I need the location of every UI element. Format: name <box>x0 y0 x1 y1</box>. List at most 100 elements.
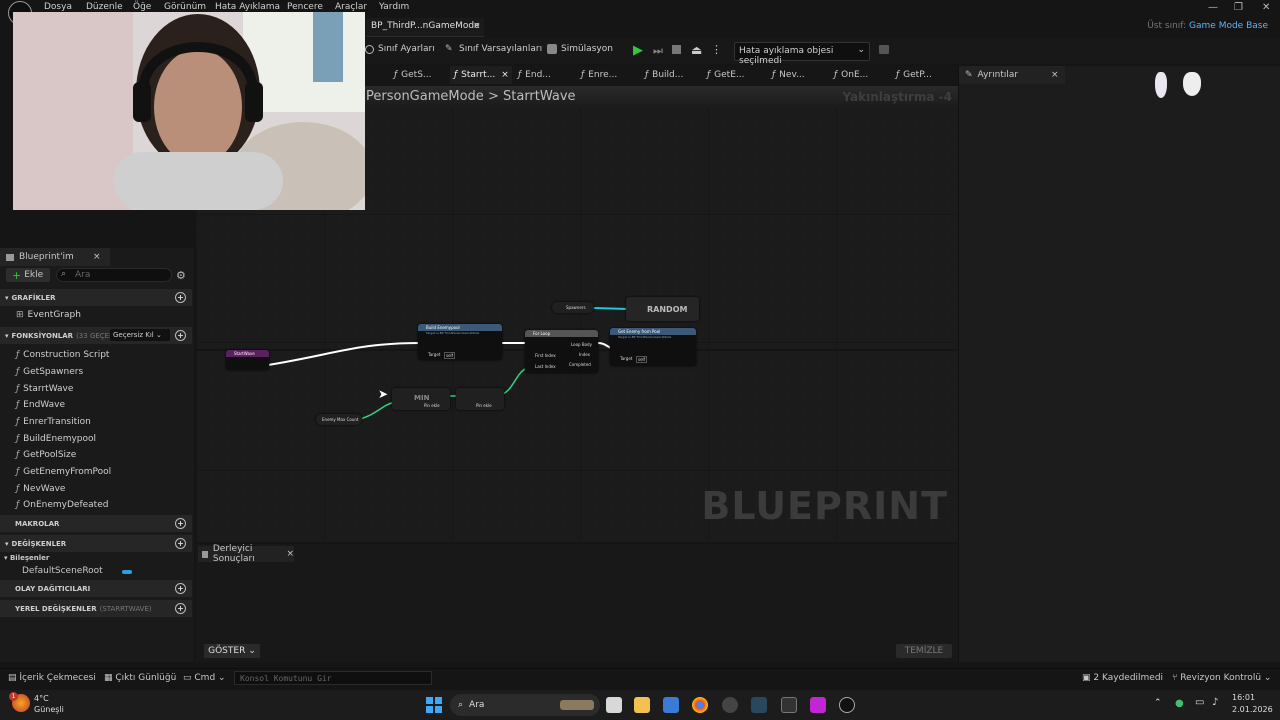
chrome-icon[interactable] <box>692 697 708 713</box>
add-macro-icon[interactable]: + <box>175 518 186 529</box>
event-graph-item[interactable]: ⊞ EventGraph <box>16 310 81 320</box>
tab-starrtwave[interactable]: ƒ Starrt... × <box>450 66 512 84</box>
my-blueprint-tab[interactable]: Blueprint'im × <box>0 248 110 266</box>
menu-window[interactable]: Pencere <box>287 2 323 12</box>
function-item[interactable]: ƒ GetPoolSize <box>16 450 76 460</box>
compiler-results-tab[interactable]: Derleyici Sonuçları × <box>198 544 294 564</box>
content-drawer-button[interactable]: ▤ İçerik Çekmecesi <box>8 673 96 683</box>
simulation-button[interactable]: Simülasyon <box>547 44 613 54</box>
override-dropdown[interactable]: Geçersiz Kıl ⌄ <box>110 329 170 341</box>
tab-enrertransition[interactable]: ƒ Enre... <box>581 66 633 84</box>
components-category[interactable]: ▾ Bileşenler <box>4 554 49 562</box>
function-item[interactable]: ƒ Construction Script <box>16 350 109 360</box>
microphone-icon[interactable]: ● <box>1175 698 1184 709</box>
add-button[interactable]: + Ekle <box>6 268 50 282</box>
unreal-engine-icon[interactable] <box>839 697 855 713</box>
volume-icon[interactable]: ♪ <box>1212 697 1218 708</box>
close-tab-icon[interactable]: × <box>1051 70 1059 80</box>
min-node[interactable]: MIN Pin ekle <box>392 388 450 410</box>
menu-help[interactable]: Yardım <box>379 2 409 12</box>
function-item[interactable]: ƒ StarrtWave <box>16 384 73 394</box>
add-graph-icon[interactable]: + <box>175 292 186 303</box>
add-function-icon[interactable]: + <box>175 330 186 341</box>
stop-icon[interactable] <box>672 45 681 54</box>
class-defaults-button[interactable]: ✎ Sınıf Varsayılanları <box>445 44 542 54</box>
tab-getpoolsize[interactable]: ƒ GetP... <box>896 66 948 84</box>
clock-time[interactable]: 16:01 <box>1232 693 1255 702</box>
menu-view[interactable]: Görünüm <box>164 2 206 12</box>
function-item[interactable]: ƒ NevWave <box>16 484 65 494</box>
task-view-icon[interactable] <box>606 697 622 713</box>
debug-target-icon[interactable] <box>879 45 889 54</box>
functions-section-header[interactable]: ▾ FONKSİYONLAR (33 GEÇERS Geçersiz Kıl ⌄… <box>0 327 192 344</box>
eject-icon[interactable]: ⏏ <box>691 43 702 57</box>
store-icon[interactable] <box>663 697 679 713</box>
unsaved-button[interactable]: ▣ 2 Kaydedilmedi <box>1082 673 1163 683</box>
close-tab-icon[interactable]: × <box>501 70 509 80</box>
tray-expand-icon[interactable]: ⌃ <box>1154 698 1162 708</box>
menu-debug[interactable]: Hata Ayıklama <box>215 2 280 12</box>
app-icon[interactable] <box>810 697 826 713</box>
close-tab-icon[interactable]: × <box>473 21 481 31</box>
add-dispatcher-icon[interactable]: + <box>175 583 186 594</box>
show-button[interactable]: GÖSTER ⌄ <box>204 644 260 658</box>
add-pin-label[interactable]: Pin ekle <box>476 403 492 408</box>
spawners-getter-node[interactable]: Spawners <box>552 302 594 313</box>
get-enemy-from-pool-node[interactable]: Get Enemy from Pool Target is BP ThirdPe… <box>610 328 696 366</box>
document-tab[interactable]: BP_ThirdP...nGameMode × <box>366 18 484 37</box>
dispatchers-section-header[interactable]: OLAY DAĞITICILARI + <box>0 580 192 597</box>
play-icon[interactable]: ▶ <box>633 43 643 58</box>
variables-section-header[interactable]: ▾ DEĞİŞKENLER + <box>0 535 192 552</box>
output-log-button[interactable]: ▦ Çıktı Günlüğü <box>104 673 176 683</box>
random-node[interactable]: RANDOM <box>626 297 699 321</box>
step-icon[interactable]: ⏭ <box>653 44 663 58</box>
file-explorer-icon[interactable] <box>634 697 650 713</box>
tab-nevwave[interactable]: ƒ Nev... <box>772 66 824 84</box>
build-enemypool-node[interactable]: Build Enemypool Target is BP ThirdPerson… <box>418 324 502 360</box>
github-icon[interactable] <box>722 697 738 713</box>
function-item[interactable]: ƒ GetSpawners <box>16 367 83 377</box>
default-scene-root-item[interactable]: DefaultSceneRoot <box>22 566 103 576</box>
clear-button[interactable]: TEMİZLE <box>896 644 952 658</box>
revision-control-button[interactable]: ⑂ Revizyon Kontrolü ⌄ <box>1172 673 1271 683</box>
menu-edit[interactable]: Düzenle <box>86 2 123 12</box>
tab-onenemydefeated[interactable]: ƒ OnE... <box>834 66 886 84</box>
function-item[interactable]: ƒ BuildEnemypool <box>16 434 96 444</box>
for-loop-node[interactable]: For Loop First Index Last Index Loop Bod… <box>525 330 598 373</box>
class-settings-button[interactable]: Sınıf Ayarları <box>365 44 435 54</box>
close-tab-icon[interactable]: × <box>93 252 101 262</box>
details-tab[interactable]: ✎ Ayrıntılar × <box>959 66 1065 84</box>
parent-class-link[interactable]: Game Mode Base <box>1189 21 1268 31</box>
tab-buildenemypool[interactable]: ƒ Build... <box>645 66 697 84</box>
windows-start-icon[interactable] <box>426 697 442 713</box>
epic-games-icon[interactable] <box>781 697 797 713</box>
function-item[interactable]: ƒ EndWave <box>16 400 65 410</box>
add-local-variable-icon[interactable]: + <box>175 603 186 614</box>
macros-section-header[interactable]: MAKROLAR + <box>0 515 192 532</box>
steam-icon[interactable] <box>751 697 767 713</box>
close-tab-icon[interactable]: × <box>286 549 294 559</box>
start-wave-node[interactable]: StartWave <box>226 350 269 370</box>
console-command-input[interactable]: Konsol Komutunu Gir <box>234 671 432 685</box>
debug-object-select[interactable]: Hata ayıklama objesi seçilmedi ⌄ <box>734 42 870 66</box>
add-pin-label[interactable]: Pin ekle <box>424 403 440 408</box>
menu-file[interactable]: Dosya <box>44 2 72 12</box>
tab-getspawners[interactable]: ƒ GetS... <box>394 66 450 84</box>
tab-getenemyfrompool[interactable]: ƒ GetE... <box>707 66 759 84</box>
function-item[interactable]: ƒ OnEnemyDefeated <box>16 500 108 510</box>
clock-date[interactable]: 2.01.2026 <box>1232 705 1273 714</box>
tab-endwave[interactable]: ƒ End... <box>518 66 568 84</box>
subtract-node[interactable]: Pin ekle <box>456 388 504 410</box>
close-window-icon[interactable]: ✕ <box>1262 2 1270 13</box>
menu-tools[interactable]: Araçlar <box>335 2 367 12</box>
enemy-max-count-node[interactable]: Enemy Max Count <box>316 414 362 425</box>
more-options-icon[interactable]: ⋮ <box>711 43 722 56</box>
restore-icon[interactable]: ❐ <box>1234 2 1243 13</box>
search-input[interactable]: ⌕ Ara <box>56 268 172 282</box>
function-item[interactable]: ƒ GetEnemyFromPool <box>16 467 111 477</box>
taskbar-search[interactable]: ⌕ Ara <box>450 694 600 716</box>
graphs-section-header[interactable]: ▾ GRAFİKLER + <box>0 289 192 306</box>
cmd-dropdown[interactable]: ▭ Cmd ⌄ <box>183 673 226 683</box>
add-variable-icon[interactable]: + <box>175 538 186 549</box>
gear-icon[interactable]: ⚙ <box>176 269 186 282</box>
